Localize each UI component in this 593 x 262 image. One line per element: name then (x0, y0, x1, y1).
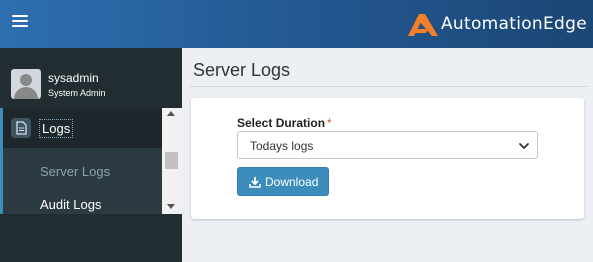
automationedge-logo-icon (408, 14, 438, 36)
scroll-up-arrow-icon[interactable] (167, 111, 175, 116)
download-button[interactable]: Download (237, 167, 329, 196)
header-divider (190, 86, 588, 87)
sidebar-menu: Logs Server Logs Audit Logs (0, 108, 162, 214)
chevron-down-icon (519, 143, 529, 149)
sidebar-item-audit-logs[interactable]: Audit Logs (40, 197, 101, 212)
download-icon (249, 177, 261, 188)
sidebar-item-logs-label: Logs (39, 119, 74, 138)
active-indicator (0, 148, 3, 214)
brand-name: AutomationEdge (441, 14, 587, 34)
avatar (11, 69, 41, 99)
user-name: sysadmin (48, 71, 99, 85)
server-logs-card: Select Duration * Todays logs Download (191, 98, 584, 219)
scroll-down-arrow-icon[interactable] (167, 204, 175, 209)
duration-label: Select Duration * (237, 116, 332, 130)
page-title: Server Logs (193, 60, 291, 80)
hamburger-icon[interactable] (12, 15, 28, 29)
content-header: Server Logs (182, 48, 593, 88)
sidebar-item-logs[interactable]: Logs (0, 108, 162, 148)
brand: AutomationEdge (406, 8, 587, 40)
document-icon (11, 118, 31, 138)
user-role: System Admin (48, 88, 106, 98)
duration-select[interactable]: Todays logs (237, 131, 538, 159)
required-mark: * (327, 116, 332, 130)
top-navbar: AutomationEdge (0, 0, 593, 48)
duration-select-value: Todays logs (250, 139, 314, 153)
scroll-thumb[interactable] (165, 152, 178, 169)
user-panel: sysadmin System Admin (0, 48, 182, 111)
download-button-label: Download (265, 175, 319, 189)
sidebar-item-server-logs[interactable]: Server Logs (40, 164, 110, 179)
sidebar-scrollbar[interactable] (162, 108, 182, 214)
